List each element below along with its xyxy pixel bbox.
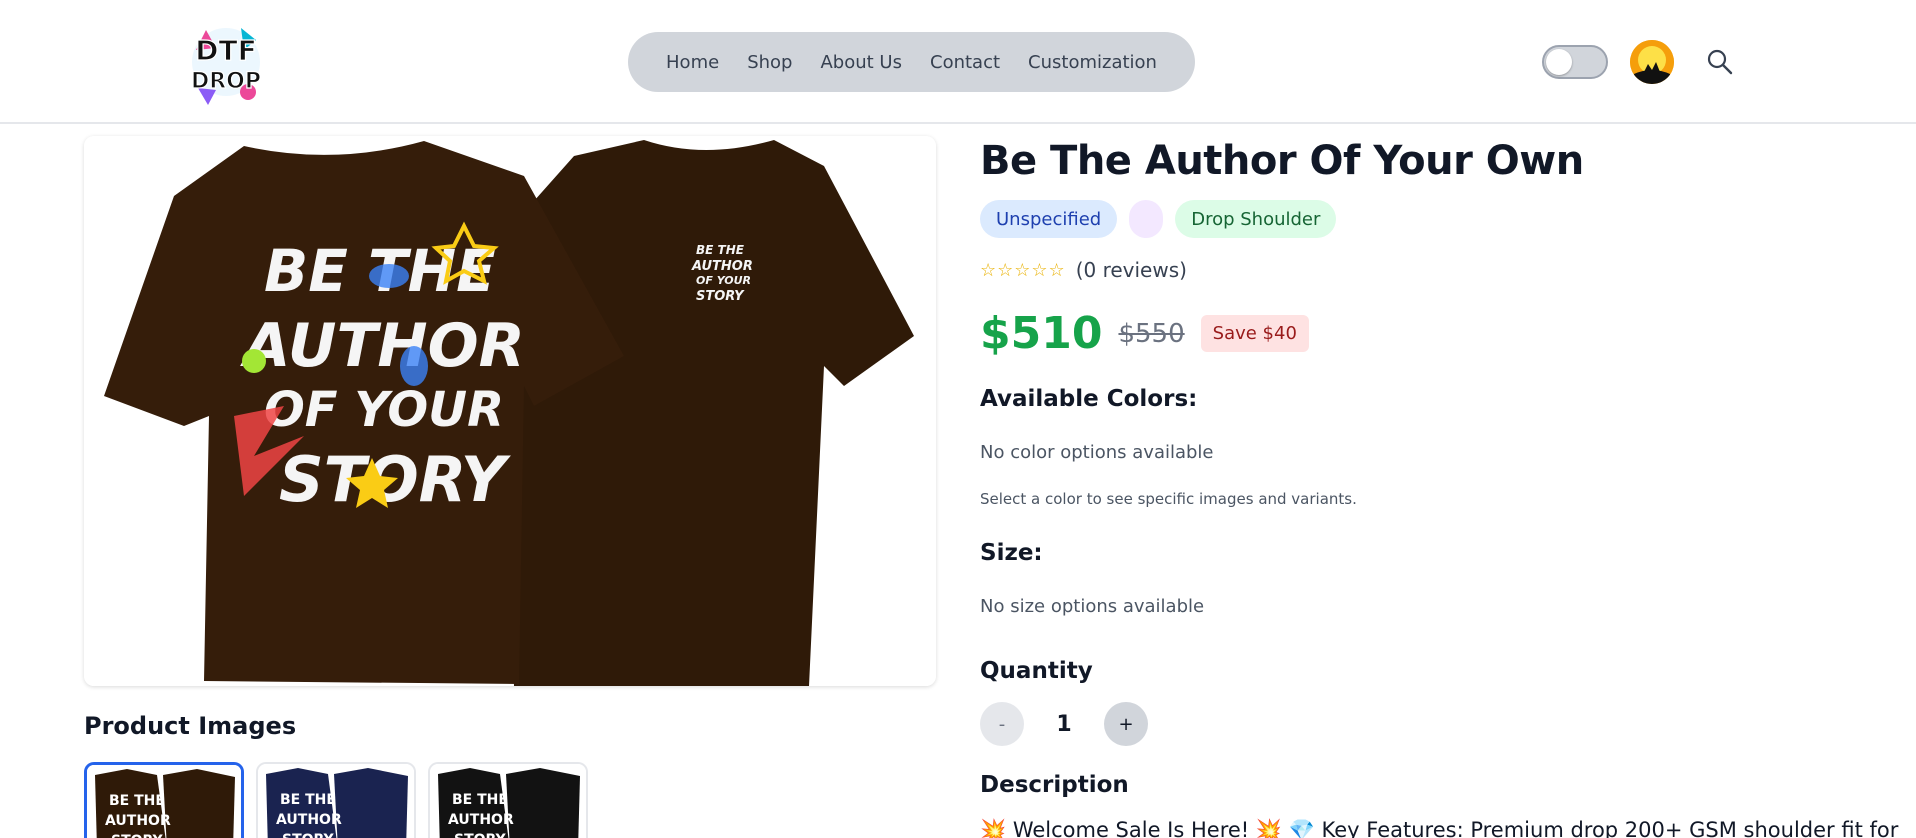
size-badge: Unspecified xyxy=(980,200,1118,238)
star-rating-icon: ☆☆☆☆☆ xyxy=(980,259,1066,281)
price-row: $510 $550 Save $40 xyxy=(980,308,1309,359)
increase-quantity-button[interactable]: + xyxy=(1104,702,1148,746)
current-price: $510 xyxy=(980,308,1103,359)
svg-text:STORY: STORY xyxy=(282,832,335,838)
quantity-label: Quantity xyxy=(980,658,1093,684)
color-badge xyxy=(1129,200,1164,238)
svg-text:OF YOUR: OF YOUR xyxy=(696,274,751,287)
thumbnail-brown[interactable]: BE THE AUTHOR STORY xyxy=(84,762,244,838)
avatar[interactable] xyxy=(1630,40,1674,84)
product-badges: Unspecified Drop Shoulder xyxy=(980,200,1337,238)
site-logo[interactable]: DTF DROP xyxy=(186,10,266,112)
main-product-image[interactable]: BE THE AUTHOR OF YOUR STORY BE THE AUTHO… xyxy=(84,136,936,686)
available-colors-label: Available Colors: xyxy=(980,386,1198,412)
nav-shop[interactable]: Shop xyxy=(747,52,792,73)
nav-contact[interactable]: Contact xyxy=(930,52,1000,73)
svg-text:AUTHOR: AUTHOR xyxy=(240,311,525,381)
svg-text:AUTHOR: AUTHOR xyxy=(448,812,514,828)
thumbnail-strip: BE THE AUTHOR STORY BE THE AUTHOR STORY BE T… xyxy=(84,762,588,838)
svg-text:BE THE: BE THE xyxy=(696,243,745,257)
rating: ☆☆☆☆☆ (0 reviews) xyxy=(980,258,1187,282)
product-images-heading: Product Images xyxy=(84,712,297,740)
svg-text:STORY: STORY xyxy=(111,833,164,838)
decrease-quantity-button[interactable]: - xyxy=(980,702,1024,746)
quantity-stepper: - 1 + xyxy=(980,702,1148,746)
svg-text:STORY: STORY xyxy=(696,289,745,304)
thumbnail-navy[interactable]: BE THE AUTHOR STORY xyxy=(256,762,416,838)
search-icon[interactable] xyxy=(1704,46,1736,78)
svg-text:AUTHOR: AUTHOR xyxy=(691,259,753,274)
svg-text:AUTHOR: AUTHOR xyxy=(276,812,342,828)
main-nav: Home Shop About Us Contact Customization xyxy=(628,32,1195,92)
svg-text:DROP: DROP xyxy=(191,69,261,94)
svg-text:BE THE: BE THE xyxy=(280,792,336,808)
description-label: Description xyxy=(980,772,1129,798)
size-empty-text: No size options available xyxy=(980,596,1205,617)
nav-home[interactable]: Home xyxy=(666,52,719,73)
site-header: DTF DROP Home Shop About Us Contact Cust… xyxy=(0,0,1916,124)
theme-toggle[interactable] xyxy=(1542,45,1608,79)
savings-badge: Save $40 xyxy=(1200,315,1309,352)
nav-customization[interactable]: Customization xyxy=(1028,52,1157,73)
thumbnail-black[interactable]: BE THE AUTHOR STORY xyxy=(428,762,588,838)
svg-text:AUTHOR: AUTHOR xyxy=(105,813,171,829)
size-label: Size: xyxy=(980,540,1043,566)
colors-empty-text: No color options available xyxy=(980,442,1214,463)
svg-text:OF YOUR: OF YOUR xyxy=(264,382,504,438)
nav-about-us[interactable]: About Us xyxy=(820,52,902,73)
toggle-knob xyxy=(1546,49,1572,75)
svg-text:BE THE: BE THE xyxy=(452,792,508,808)
product-title: Be The Author Of Your Own xyxy=(980,138,1584,184)
description-text: 💥 Welcome Sale Is Here! 💥 💎 Key Features… xyxy=(980,818,1899,838)
colors-hint-text: Select a color to see specific images an… xyxy=(980,490,1357,508)
svg-text:DTF: DTF xyxy=(195,34,256,67)
svg-text:STORY: STORY xyxy=(454,832,507,838)
quantity-value: 1 xyxy=(1056,711,1072,737)
fit-badge: Drop Shoulder xyxy=(1175,200,1337,238)
review-count[interactable]: (0 reviews) xyxy=(1076,258,1187,282)
original-price: $550 xyxy=(1118,318,1185,349)
svg-text:BE THE: BE THE xyxy=(109,793,165,809)
